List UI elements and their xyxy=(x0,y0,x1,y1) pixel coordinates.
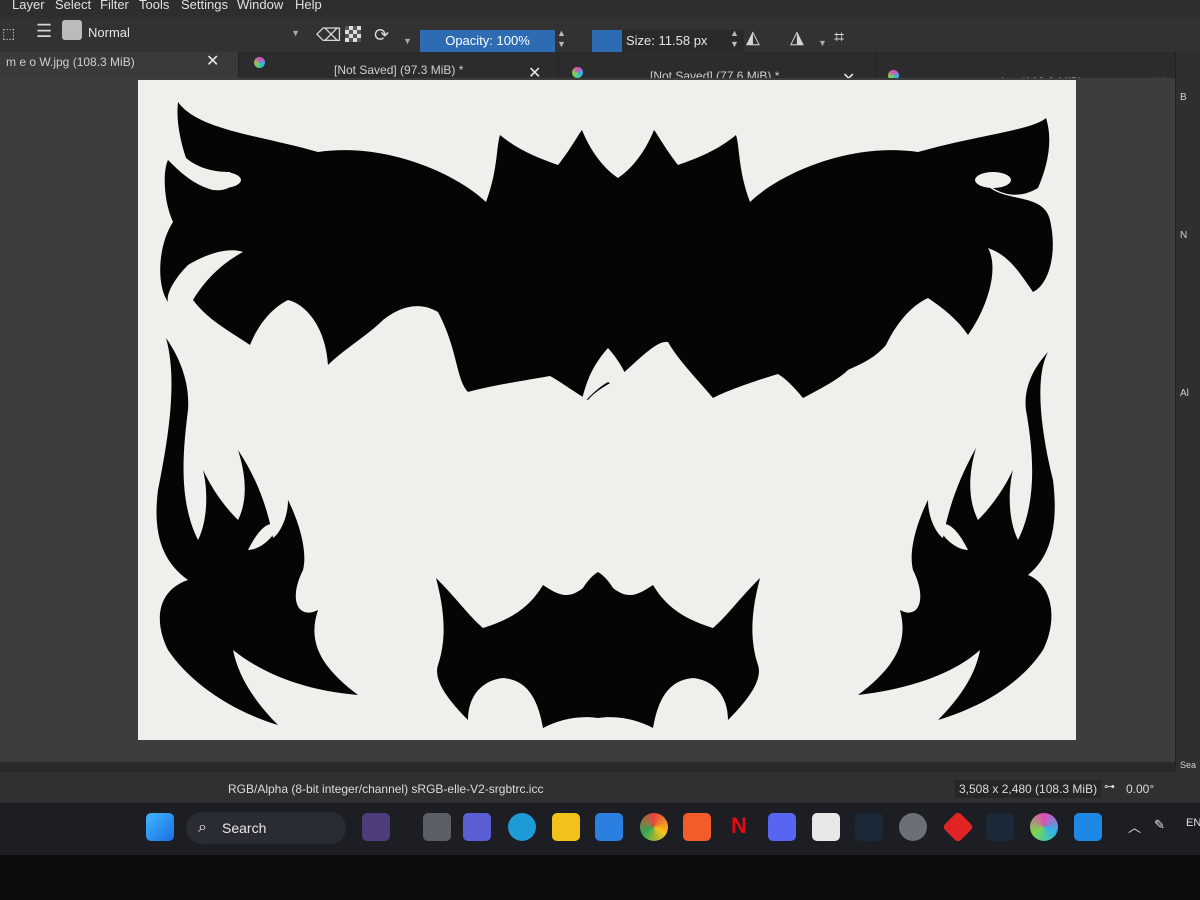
size-spinner[interactable]: ▲ ▼ xyxy=(730,28,739,50)
color-swap-icon[interactable]: ⬚ xyxy=(2,24,15,42)
opacity-spinner[interactable]: ▲ ▼ xyxy=(557,28,566,50)
brush-preset-thumbnail-icon[interactable] xyxy=(62,20,82,40)
size-label: Size: 11.58 px xyxy=(626,33,708,48)
brave-icon[interactable] xyxy=(683,813,711,841)
image-dimensions-label[interactable]: 3,508 x 2,480 (108.3 MiB) xyxy=(955,780,1102,798)
docker-label: N xyxy=(1180,230,1188,241)
discord-icon[interactable] xyxy=(768,813,796,841)
mirror-horizontal-icon[interactable]: ◭ xyxy=(746,28,760,46)
opacity-label: Opacity: 100% xyxy=(445,33,530,48)
taskbar: ⌕ Search N ︿ ✎ EN xyxy=(0,802,1200,855)
search-label: Search xyxy=(222,820,267,836)
steam-icon-2[interactable] xyxy=(986,813,1014,841)
status-bar: RGB/Alpha (8-bit integer/channel) sRGB-e… xyxy=(0,772,1200,802)
krita-icon[interactable] xyxy=(1030,813,1058,841)
size-slider-fill[interactable] xyxy=(592,30,622,52)
menu-bar: Layer Select Filter Tools Settings Windo… xyxy=(0,0,1200,18)
krita-icon xyxy=(254,57,265,68)
language-indicator[interactable]: EN xyxy=(1186,817,1200,829)
start-icon[interactable] xyxy=(146,813,174,841)
menu-settings[interactable]: Settings xyxy=(181,0,228,12)
canvas-area[interactable] xyxy=(0,78,1175,768)
right-docker-panel: B N Al Sea xyxy=(1175,52,1200,772)
crop-icon[interactable]: ⌗ xyxy=(834,28,844,46)
meet-icon[interactable] xyxy=(463,813,491,841)
chrome-icon[interactable] xyxy=(640,813,668,841)
chevron-down-icon[interactable]: ▼ xyxy=(403,32,412,50)
netflix-icon[interactable]: N xyxy=(725,813,753,841)
opacity-slider[interactable]: Opacity: 100% xyxy=(420,30,555,52)
close-icon[interactable]: ✕ xyxy=(206,52,219,72)
reload-icon[interactable]: ⟳ xyxy=(374,26,389,44)
tool-options-bar: ⬚ ☰ Normal ▼ ⌫ ⟳ ▼ Opacity: 100% ▲ ▼ Size… xyxy=(0,18,1200,53)
edge-icon[interactable] xyxy=(508,813,536,841)
docker-label: Al xyxy=(1180,388,1189,399)
menu-layer[interactable]: Layer xyxy=(12,0,45,12)
tab-title: m e o W.jpg (108.3 MiB) xyxy=(6,55,135,69)
mail-icon[interactable] xyxy=(595,813,623,841)
ink-artwork xyxy=(156,102,1055,728)
tab-crs[interactable]: crs++.jpg (102.8 MiB) ✕ xyxy=(876,52,1176,92)
tab-not-saved-1[interactable]: [Not Saved] (97.3 MiB) * ✕ xyxy=(238,52,559,82)
chevron-up-icon[interactable]: ︿ xyxy=(1128,817,1141,836)
file-explorer-icon[interactable] xyxy=(552,813,580,841)
document-canvas[interactable] xyxy=(138,80,1076,740)
color-space-label: RGB/Alpha (8-bit integer/channel) sRGB-e… xyxy=(228,782,544,796)
mirror-vertical-icon[interactable]: ◮ xyxy=(790,28,804,46)
menu-filter[interactable]: Filter xyxy=(100,0,129,12)
menu-window[interactable]: Window xyxy=(237,0,283,12)
tab-not-saved-2[interactable]: [Not Saved] (77.6 MiB) * ✕ xyxy=(558,52,877,88)
size-slider[interactable]: Size: 11.58 px xyxy=(622,30,744,52)
horizontal-scrollbar[interactable] xyxy=(0,762,1175,772)
steam-icon[interactable] xyxy=(855,813,883,841)
pen-icon[interactable]: ✎ xyxy=(1154,817,1165,833)
tab-title: [Not Saved] (97.3 MiB) * xyxy=(334,63,464,77)
rotate-icon[interactable]: ⊶ xyxy=(1104,780,1115,793)
paint-icon[interactable] xyxy=(1074,813,1102,841)
widgets-icon[interactable] xyxy=(362,813,390,841)
rotation-label[interactable]: 0.00° xyxy=(1126,782,1154,796)
eraser-icon[interactable]: ⌫ xyxy=(316,26,341,44)
chevron-down-icon[interactable]: ▼ xyxy=(818,34,827,52)
search-icon: ⌕ xyxy=(198,819,207,836)
task-view-icon[interactable] xyxy=(423,813,451,841)
chevron-down-icon: ▼ xyxy=(291,28,300,38)
taskbar-search[interactable]: ⌕ Search xyxy=(186,812,346,844)
document-tab-bar: m e o W.jpg (108.3 MiB) ✕ [Not Saved] (9… xyxy=(0,52,1176,92)
docker-label: Sea xyxy=(1180,760,1197,770)
brush-presets-icon[interactable]: ☰ xyxy=(36,22,52,40)
settings-icon[interactable] xyxy=(899,813,927,841)
menu-select[interactable]: Select xyxy=(55,0,91,12)
blend-mode-select[interactable]: Normal ▼ xyxy=(88,22,306,44)
red-app-icon[interactable] xyxy=(942,811,974,843)
krita-icon xyxy=(572,67,583,78)
alpha-lock-icon[interactable] xyxy=(345,26,361,42)
tab-meow[interactable]: m e o W.jpg (108.3 MiB) ✕ xyxy=(0,52,239,78)
notepad-icon[interactable] xyxy=(812,813,840,841)
monitor-screen: Layer Select Filter Tools Settings Windo… xyxy=(0,0,1200,855)
menu-help[interactable]: Help xyxy=(295,0,322,12)
menu-tools[interactable]: Tools xyxy=(139,0,169,12)
blend-mode-value: Normal xyxy=(88,25,130,40)
docker-label: B xyxy=(1180,92,1187,103)
